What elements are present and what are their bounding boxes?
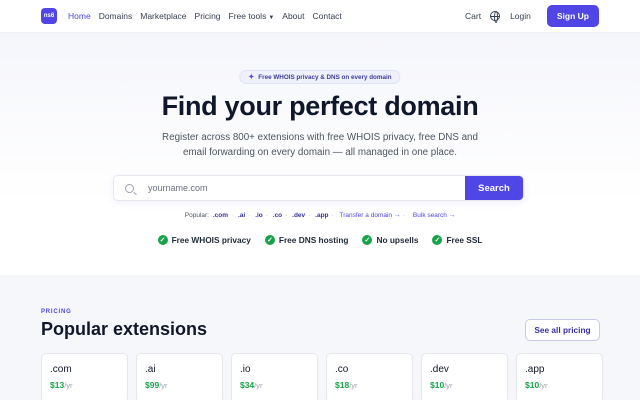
bulk-search-link[interactable]: Bulk search → <box>413 212 455 219</box>
see-all-pricing-button[interactable]: See all pricing <box>525 319 600 341</box>
nav-right: Cart Login Sign Up <box>465 5 599 27</box>
nav-link-home[interactable]: Home <box>68 11 91 21</box>
extension-name: .io <box>240 364 251 375</box>
check-icon: ✓ <box>432 235 443 245</box>
nav-link-marketplace[interactable]: Marketplace <box>140 11 186 21</box>
promo-badge-text: Free WHOIS privacy & DNS on every domain <box>258 73 392 81</box>
feature-label: Free DNS hosting <box>278 235 349 245</box>
feature-item: ✓ Free WHOIS privacy <box>157 235 251 245</box>
nav-link-contact[interactable]: Contact <box>313 11 342 21</box>
extension-card-co[interactable]: .co $18/yr <box>326 353 413 400</box>
feature-list: ✓ Free WHOIS privacy ✓ Free DNS hosting ✓ N… <box>0 235 640 245</box>
feature-item: ✓ Free SSL <box>432 235 482 245</box>
extension-card-com[interactable]: .com $13/yr <box>41 353 128 400</box>
separator: · <box>230 212 234 219</box>
price-period: /yr <box>64 381 73 390</box>
extension-card-ai[interactable]: .ai $99/yr <box>136 353 223 400</box>
popular-tlds: Popular: .com · .ai · .io · .co · .dev · .app… <box>0 212 640 219</box>
popular-tld-app[interactable]: .app <box>315 212 328 219</box>
check-icon: ✓ <box>264 235 275 245</box>
extension-price: $10 <box>525 380 540 390</box>
cart-link[interactable]: Cart <box>465 11 481 21</box>
extension-card-io[interactable]: .io $34/yr <box>231 353 318 400</box>
search-icon <box>125 183 134 193</box>
pricing-section: PRICING Popular extensions See all prici… <box>0 275 640 400</box>
extension-name: .com <box>50 364 72 375</box>
globe-icon[interactable] <box>490 11 501 23</box>
extension-price: $34 <box>240 380 255 390</box>
chevron-down-icon: ▼ <box>268 15 275 21</box>
nav-link-free-tools[interactable]: Free tools ▼ <box>229 11 275 21</box>
separator: · <box>248 212 251 219</box>
search-button[interactable]: Search <box>465 176 523 200</box>
logo[interactable]: ns6 <box>41 8 57 24</box>
extension-card-dev[interactable]: .dev $10/yr <box>421 353 508 400</box>
hero-section: ✦ Free WHOIS privacy & DNS on every doma… <box>0 33 640 275</box>
popular-tld-co[interactable]: .co <box>273 212 282 219</box>
login-link[interactable]: Login <box>510 11 531 21</box>
price-period: /yr <box>444 381 453 390</box>
sparkle-icon: ✦ <box>248 74 255 81</box>
extension-price: $18 <box>335 380 350 390</box>
extension-name: .dev <box>430 364 449 375</box>
price-period: /yr <box>159 381 168 390</box>
feature-label: No upsells <box>376 235 419 245</box>
nav-link-about[interactable]: About <box>282 11 304 21</box>
nav-link-free-tools-label: Free tools <box>228 11 267 21</box>
popular-label: Popular: <box>184 212 209 219</box>
extension-cards: .com $13/yr .ai $99/yr .io $34/yr .co $1… <box>41 353 603 400</box>
extension-price: $10 <box>430 380 445 390</box>
separator: · <box>285 212 288 219</box>
popular-tld-io[interactable]: .io <box>255 212 263 219</box>
extension-price: $99 <box>145 380 160 390</box>
feature-label: Free WHOIS privacy <box>171 235 251 245</box>
extension-price: $13 <box>50 380 65 390</box>
pricing-eyebrow: PRICING <box>41 309 72 315</box>
nav-links: Home Domains Marketplace Pricing Free to… <box>68 11 342 21</box>
feature-label: Free SSL <box>446 235 483 245</box>
top-nav: ns6 Home Domains Marketplace Pricing Fre… <box>0 0 640 33</box>
promo-badge: ✦ Free WHOIS privacy & DNS on every doma… <box>239 70 401 84</box>
pricing-title: Popular extensions <box>41 319 208 339</box>
popular-tld-ai[interactable]: .ai <box>238 212 245 219</box>
extension-name: .app <box>525 364 545 375</box>
separator: · <box>331 212 334 219</box>
extension-card-app[interactable]: .app $10/yr <box>516 353 603 400</box>
price-period: /yr <box>254 381 263 390</box>
separator: · <box>401 212 408 219</box>
price-period: /yr <box>539 381 548 390</box>
signup-button[interactable]: Sign Up <box>546 5 599 27</box>
hero-subtitle: Register across 800+ extensions with fre… <box>162 132 478 158</box>
feature-item: ✓ No upsells <box>362 235 418 245</box>
check-icon: ✓ <box>362 235 373 245</box>
domain-search-bar: Search <box>113 175 524 201</box>
nav-link-pricing[interactable]: Pricing <box>195 11 221 21</box>
popular-tld-com[interactable]: .com <box>213 212 228 219</box>
feature-item: ✓ Free DNS hosting <box>264 235 349 245</box>
nav-link-domains[interactable]: Domains <box>99 11 133 21</box>
popular-tld-dev[interactable]: .dev <box>292 212 305 219</box>
check-icon: ✓ <box>157 235 168 245</box>
separator: · <box>308 212 311 219</box>
extension-name: .ai <box>145 364 156 375</box>
transfer-domain-link[interactable]: Transfer a domain → <box>340 212 401 219</box>
price-period: /yr <box>349 381 358 390</box>
hero-title: Find your perfect domain <box>161 91 479 121</box>
separator: · <box>265 212 268 219</box>
domain-search-input[interactable] <box>148 183 448 193</box>
extension-name: .co <box>335 364 349 375</box>
